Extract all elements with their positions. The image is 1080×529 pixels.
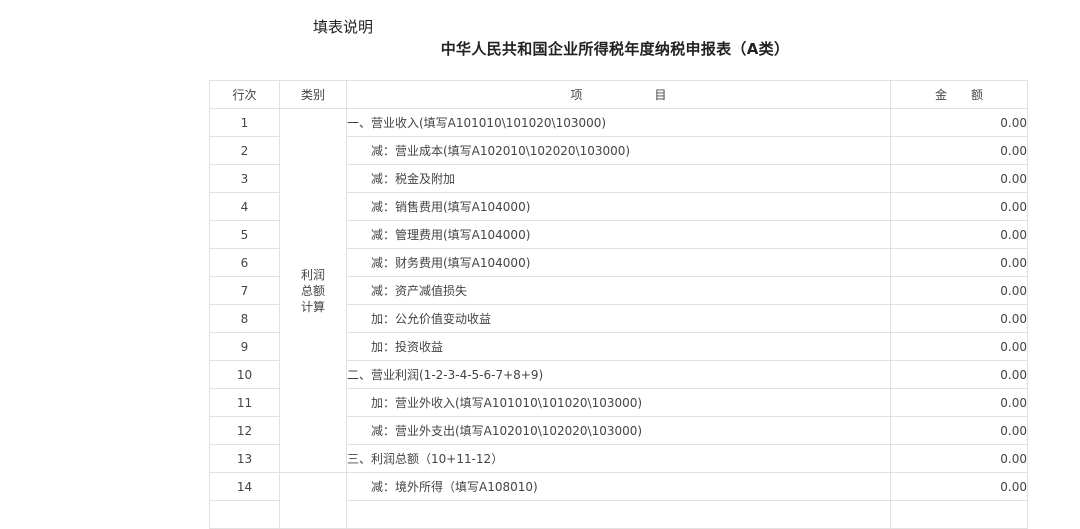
- amount-cell[interactable]: 0.00: [890, 388, 1028, 417]
- item-cell: 减：境外所得（填写A108010): [346, 472, 891, 501]
- amount-cell[interactable]: 0.00: [890, 164, 1028, 193]
- category-cell: [279, 472, 347, 529]
- row-number: 9: [209, 332, 280, 361]
- table-body: 1 利润 总额 计算 一、营业收入(填写A101010\101020\103000) 0.…: [209, 108, 1028, 529]
- category-label-line: 总额: [300, 283, 325, 298]
- table-row: 14 减：境外所得（填写A108010) 0.00: [209, 472, 1028, 529]
- row-number: 7: [209, 276, 280, 305]
- item-label: 一、营业收入(填写A101010\101020\103000): [347, 116, 607, 130]
- row-number: 2: [209, 136, 280, 165]
- item-cell: [346, 500, 891, 529]
- item-label: 三、利润总额（10+11-12）: [347, 452, 504, 466]
- amount-cell[interactable]: 0.00: [890, 276, 1028, 305]
- item-label: 减：销售费用(填写A104000): [371, 200, 531, 214]
- category-profit-calc: 利润 总额 计算: [279, 108, 347, 473]
- amount-value: 0.00: [1000, 311, 1027, 326]
- amount-value: 0.00: [1000, 367, 1027, 382]
- amount-value: 0.00: [1000, 479, 1027, 494]
- amount-cell[interactable]: 0.00: [890, 416, 1028, 445]
- header-category: 类别: [279, 80, 347, 109]
- item-cell: 减：营业外支出(填写A102010\102020\103000): [346, 416, 891, 445]
- tax-return-table: 行次 类别 项 目 金 额 1 利润 总额 计算 一、营业收入(填写A101010\10…: [209, 80, 1028, 529]
- row-number: 6: [209, 248, 280, 277]
- amount-value: 0.00: [1000, 227, 1027, 242]
- item-cell: 减：税金及附加: [346, 164, 891, 193]
- amount-cell[interactable]: 0.00: [890, 220, 1028, 249]
- item-label: 加：公允价值变动收益: [371, 312, 492, 326]
- amount-cell[interactable]: [890, 500, 1028, 529]
- amount-cell[interactable]: 0.00: [890, 360, 1028, 389]
- amount-cell[interactable]: 0.00: [890, 136, 1028, 165]
- row-number: 3: [209, 164, 280, 193]
- item-cell: 减：管理费用(填写A104000): [346, 220, 891, 249]
- item-label: 减：管理费用(填写A104000): [371, 228, 531, 242]
- row-number: [209, 500, 280, 529]
- amount-value: 0.00: [1000, 451, 1027, 466]
- item-cell: 三、利润总额（10+11-12）: [346, 444, 891, 473]
- item-cell: 减：营业成本(填写A102010\102020\103000): [346, 136, 891, 165]
- item-label: 减：税金及附加: [371, 172, 456, 186]
- amount-value: 0.00: [1000, 283, 1027, 298]
- category-label-line: 利润: [300, 267, 325, 282]
- item-cell: 减：资产减值损失: [346, 276, 891, 305]
- item-label: 加：投资收益: [371, 340, 444, 354]
- item-label: 二、营业利润(1-2-3-4-5-6-7+8+9): [347, 368, 544, 382]
- amount-cell[interactable]: 0.00: [890, 108, 1028, 137]
- row-number: 4: [209, 192, 280, 221]
- item-label: 减：营业成本(填写A102010\102020\103000): [371, 144, 631, 158]
- item-label: 减：境外所得（填写A108010): [371, 480, 538, 494]
- header-amount: 金 额: [890, 80, 1028, 109]
- item-label: 减：资产减值损失: [371, 284, 468, 298]
- table-row: 1 利润 总额 计算 一、营业收入(填写A101010\101020\103000) 0.…: [209, 108, 1028, 473]
- amount-value: 0.00: [1000, 423, 1027, 438]
- amount-cell[interactable]: 0.00: [890, 192, 1028, 221]
- row-number: 11: [209, 388, 280, 417]
- item-label: 加：营业外收入(填写A101010\101020\103000): [371, 396, 643, 410]
- item-cell: 加：投资收益: [346, 332, 891, 361]
- item-cell: 一、营业收入(填写A101010\101020\103000): [346, 108, 891, 137]
- amount-cell[interactable]: 0.00: [890, 248, 1028, 277]
- amount-value: 0.00: [1000, 143, 1027, 158]
- amount-value: 0.00: [1000, 339, 1027, 354]
- item-label: 减：财务费用(填写A104000): [371, 256, 531, 270]
- amount-value: 0.00: [1000, 115, 1027, 130]
- header-item: 项 目: [346, 80, 891, 109]
- page-title: 中华人民共和国企业所得税年度纳税申报表（A类）: [440, 40, 790, 58]
- item-cell: 减：销售费用(填写A104000): [346, 192, 891, 221]
- amount-value: 0.00: [1000, 171, 1027, 186]
- item-cell: 加：公允价值变动收益: [346, 304, 891, 333]
- row-number: 12: [209, 416, 280, 445]
- amount-value: 0.00: [1000, 199, 1027, 214]
- amount-cell[interactable]: 0.00: [890, 444, 1028, 473]
- row-number: 13: [209, 444, 280, 473]
- item-cell: 减：财务费用(填写A104000): [346, 248, 891, 277]
- table-header-row: 行次 类别 项 目 金 额: [209, 80, 1028, 109]
- category-label-line: 计算: [300, 299, 325, 314]
- amount-cell[interactable]: 0.00: [890, 472, 1028, 501]
- amount-cell[interactable]: 0.00: [890, 304, 1028, 333]
- item-cell: 二、营业利润(1-2-3-4-5-6-7+8+9): [346, 360, 891, 389]
- amount-value: 0.00: [1000, 255, 1027, 270]
- row-number: 8: [209, 304, 280, 333]
- item-cell: 加：营业外收入(填写A101010\101020\103000): [346, 388, 891, 417]
- row-number: 1: [209, 108, 280, 137]
- amount-value: 0.00: [1000, 395, 1027, 410]
- row-number: 5: [209, 220, 280, 249]
- item-label: 减：营业外支出(填写A102010\102020\103000): [371, 424, 643, 438]
- row-number: 14: [209, 472, 280, 501]
- amount-cell[interactable]: 0.00: [890, 332, 1028, 361]
- row-number: 10: [209, 360, 280, 389]
- help-link[interactable]: 填表说明: [313, 16, 373, 37]
- header-row-no: 行次: [209, 80, 280, 109]
